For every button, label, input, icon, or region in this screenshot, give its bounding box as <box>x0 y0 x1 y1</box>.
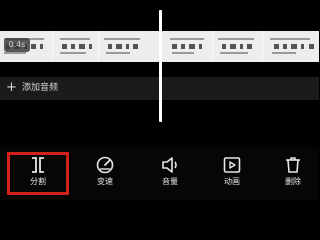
split-highlight-box <box>7 152 69 195</box>
add-audio-label: 添加音频 <box>22 83 59 93</box>
speed-label: 变速 <box>97 177 113 186</box>
volume-label: 音量 <box>162 177 178 186</box>
animation-play-icon <box>223 157 241 173</box>
animation-label: 动画 <box>224 177 240 186</box>
audio-track-area <box>163 77 319 100</box>
delete-label: 删除 <box>285 177 301 186</box>
clip-duration-badge: 0.4s <box>4 38 30 52</box>
add-audio-button[interactable]: + 添加音频 <box>0 77 163 100</box>
volume-button[interactable]: 音量 <box>147 153 193 193</box>
speed-button[interactable]: 变速 <box>82 153 128 193</box>
delete-button[interactable]: 删除 <box>270 153 316 193</box>
video-editor-screen: 0.4s + 添加音频 分割 变速 音量 动画 删除 <box>0 0 319 200</box>
speaker-icon <box>162 157 177 173</box>
animation-button[interactable]: 动画 <box>209 153 255 193</box>
speed-gauge-icon <box>96 156 114 174</box>
trash-icon <box>286 157 300 173</box>
playhead[interactable] <box>159 10 162 122</box>
plus-icon: + <box>6 80 17 95</box>
